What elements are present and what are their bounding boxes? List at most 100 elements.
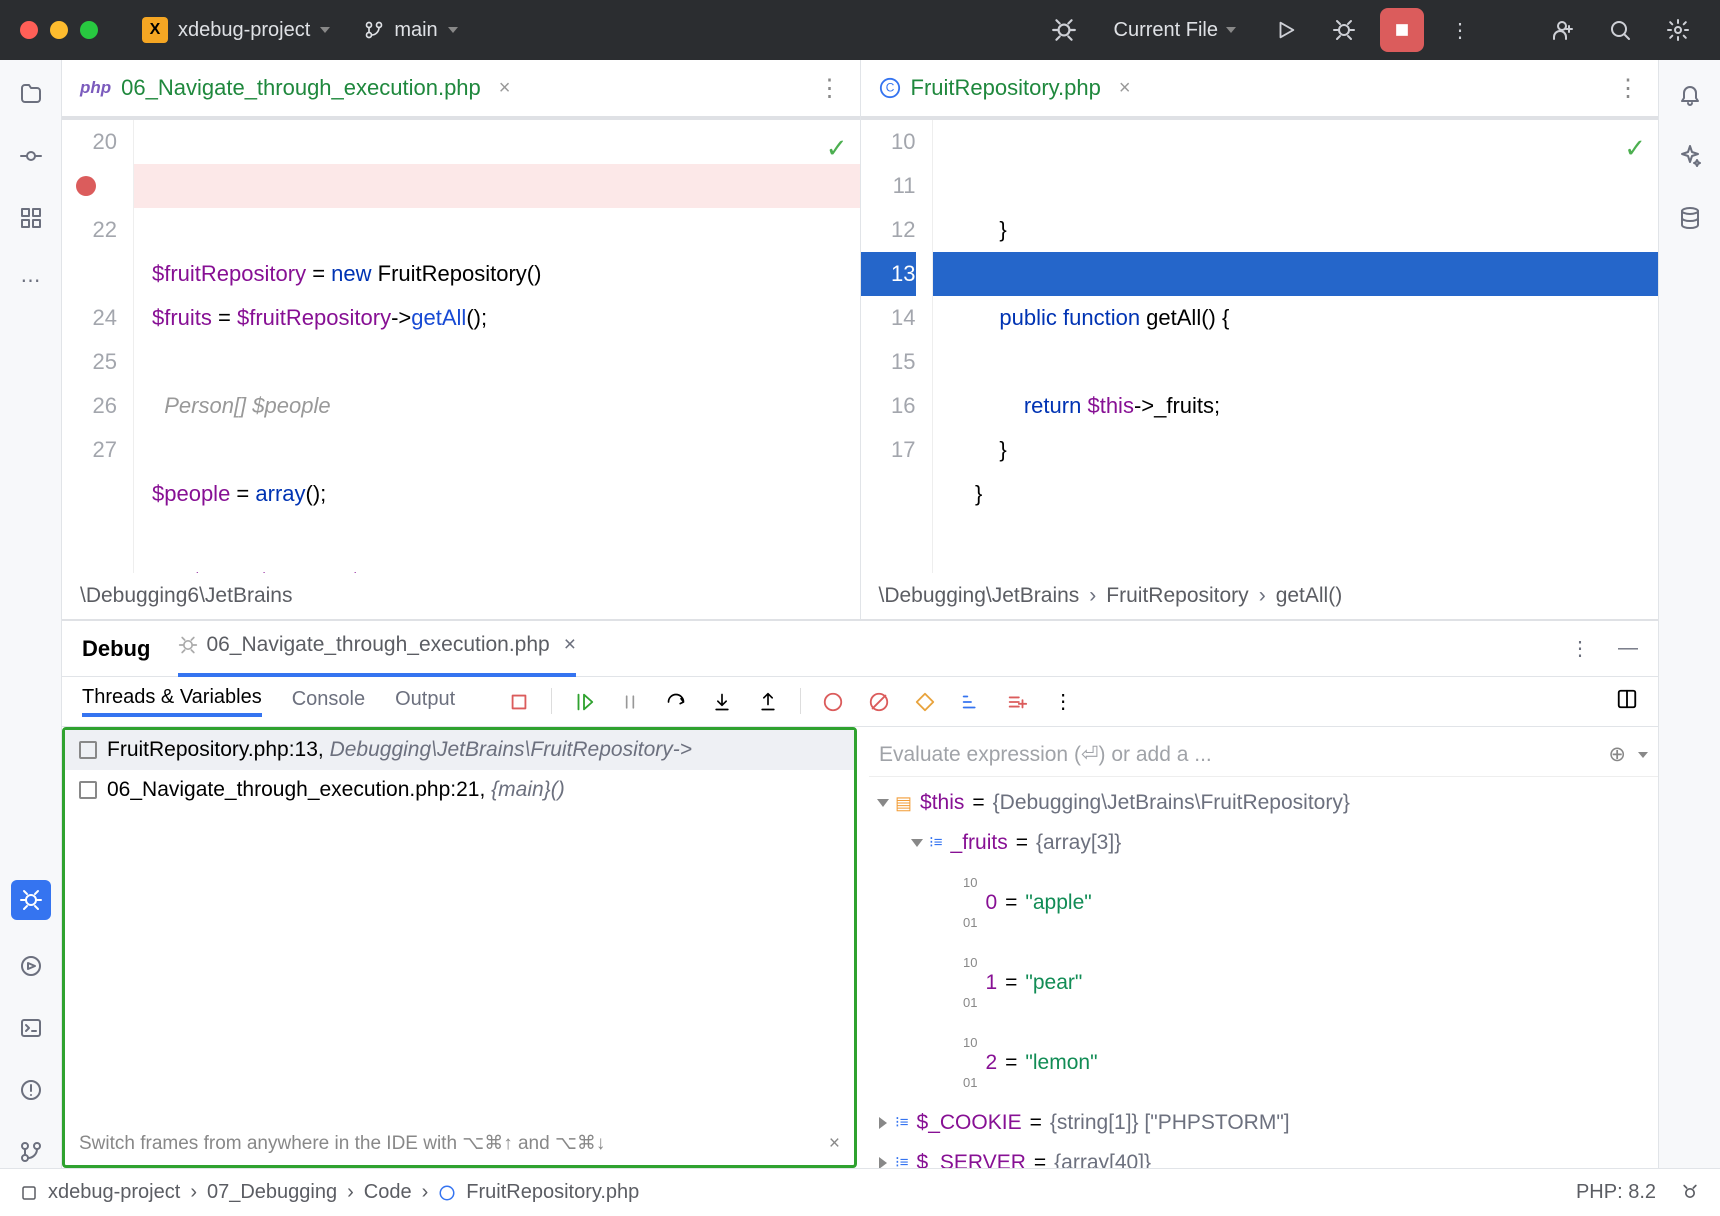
run-button[interactable] bbox=[1264, 8, 1308, 52]
code-with-me-button[interactable] bbox=[1540, 8, 1584, 52]
variables-tree[interactable]: ▤ $this = {Debugging\JetBrains\FruitRepo… bbox=[869, 777, 1658, 1168]
notifications-button[interactable] bbox=[1674, 78, 1706, 110]
add-watch-icon[interactable] bbox=[1003, 688, 1031, 716]
step-out-icon[interactable] bbox=[754, 688, 782, 716]
editor-tab[interactable]: C FruitRepository.php × bbox=[879, 75, 1131, 101]
more-tools-button[interactable]: ⋯ bbox=[15, 264, 47, 296]
close-tab-icon[interactable]: × bbox=[499, 77, 511, 100]
close-hint-icon[interactable]: × bbox=[829, 1133, 840, 1155]
status-crumb[interactable]: Code bbox=[364, 1181, 412, 1204]
frame-icon bbox=[79, 741, 97, 759]
pause-icon[interactable] bbox=[616, 688, 644, 716]
listener-icon[interactable] bbox=[1680, 1183, 1700, 1203]
breakpoint-icon[interactable] bbox=[819, 688, 847, 716]
chevron-down-icon[interactable] bbox=[1638, 752, 1648, 758]
git-branch-selector[interactable]: main bbox=[354, 15, 467, 46]
var-name: 1 bbox=[985, 963, 997, 1003]
breadcrumbs[interactable]: \Debugging\JetBrains› FruitRepository› g… bbox=[861, 573, 1659, 619]
structure-tool-button[interactable] bbox=[15, 202, 47, 234]
stop-icon[interactable] bbox=[505, 688, 533, 716]
source-code[interactable]: ✓ $fruitRepository = new FruitRepository… bbox=[134, 120, 860, 573]
expand-icon[interactable] bbox=[879, 1117, 887, 1129]
code-editor[interactable]: 1011121314151617 ✓ } public function get… bbox=[861, 120, 1659, 573]
minimize-panel-button[interactable]: — bbox=[1618, 637, 1638, 660]
status-crumb[interactable]: FruitRepository.php bbox=[466, 1181, 639, 1204]
minimize-window-button[interactable] bbox=[50, 21, 68, 39]
class-file-icon bbox=[438, 1184, 456, 1202]
inspection-ok-icon: ✓ bbox=[826, 126, 848, 170]
threads-tab[interactable]: Threads & Variables bbox=[82, 686, 262, 717]
chevron-down-icon bbox=[1226, 27, 1236, 33]
status-crumb[interactable]: xdebug-project bbox=[48, 1181, 180, 1204]
commit-tool-button[interactable] bbox=[15, 140, 47, 172]
breadcrumbs[interactable]: \Debugging6\JetBrains bbox=[62, 573, 860, 619]
git-tool-button[interactable] bbox=[15, 1136, 47, 1168]
php-file-icon: php bbox=[80, 78, 111, 98]
step-into-icon[interactable] bbox=[708, 688, 736, 716]
code-editor[interactable]: 202122 24252627 ✓ $fruitRepository = new… bbox=[62, 120, 860, 573]
php-version[interactable]: PHP: 8.2 bbox=[1576, 1181, 1656, 1204]
frames-hint: Switch frames from anywhere in the IDE w… bbox=[65, 1122, 854, 1165]
close-tab-icon[interactable]: × bbox=[564, 633, 576, 657]
expand-icon[interactable] bbox=[877, 799, 889, 807]
stack-frame[interactable]: FruitRepository.php:13, Debugging\JetBra… bbox=[65, 730, 854, 770]
zoom-window-button[interactable] bbox=[80, 21, 98, 39]
var-name: _fruits bbox=[951, 823, 1008, 863]
output-tab[interactable]: Output bbox=[395, 688, 455, 715]
breadcrumb-item[interactable]: getAll() bbox=[1276, 584, 1343, 608]
close-tab-icon[interactable]: × bbox=[1119, 77, 1131, 100]
more-actions-button[interactable]: ⋮ bbox=[1438, 8, 1482, 52]
terminal-tool-button[interactable] bbox=[15, 1012, 47, 1044]
debug-options-button[interactable]: ⋮ bbox=[1570, 636, 1590, 661]
inspection-ok-icon: ✓ bbox=[1624, 126, 1646, 170]
editor-tab[interactable]: php 06_Navigate_through_execution.php × bbox=[80, 75, 510, 101]
services-tool-button[interactable] bbox=[15, 950, 47, 982]
var-value: "lemon" bbox=[1025, 1043, 1097, 1083]
nav-icon[interactable] bbox=[20, 1184, 38, 1202]
var-name: $this bbox=[920, 783, 964, 823]
search-button[interactable] bbox=[1598, 8, 1642, 52]
add-watch-icon[interactable]: ⊕ bbox=[1608, 742, 1626, 767]
project-selector[interactable]: X xdebug-project bbox=[132, 13, 340, 47]
debug-title: Debug bbox=[82, 636, 150, 662]
source-code[interactable]: ✓ } public function getAll() { return $t… bbox=[933, 120, 1659, 573]
eval-placeholder: Evaluate expression (⏎) or add a ... bbox=[879, 742, 1212, 767]
evaluate-input[interactable]: Evaluate expression (⏎) or add a ... ⊕ bbox=[869, 733, 1658, 777]
hint-text: Switch frames from anywhere in the IDE w… bbox=[79, 1132, 605, 1155]
sort-vars-icon[interactable] bbox=[957, 688, 985, 716]
array-icon: ⁝≡ bbox=[895, 1143, 909, 1168]
object-icon: ▤ bbox=[895, 783, 912, 823]
debug-button[interactable] bbox=[1322, 8, 1366, 52]
stop-button[interactable] bbox=[1380, 8, 1424, 52]
console-tab[interactable]: Console bbox=[292, 688, 365, 715]
problems-tool-button[interactable] bbox=[15, 1074, 47, 1106]
more-debug-icon[interactable]: ⋮ bbox=[1049, 688, 1077, 716]
status-crumb[interactable]: 07_Debugging bbox=[207, 1181, 337, 1204]
database-button[interactable] bbox=[1674, 202, 1706, 234]
frame-context: Debugging\JetBrains\FruitRepository-> bbox=[330, 738, 692, 761]
breadcrumb-item[interactable]: \Debugging\JetBrains bbox=[879, 584, 1080, 608]
layout-settings-icon[interactable] bbox=[1616, 688, 1638, 716]
var-name: 2 bbox=[985, 1043, 997, 1083]
step-over-icon[interactable] bbox=[662, 688, 690, 716]
view-breakpoints-icon[interactable] bbox=[911, 688, 939, 716]
breadcrumb-item[interactable]: FruitRepository bbox=[1106, 584, 1248, 608]
breadcrumb-item[interactable]: \Debugging6\JetBrains bbox=[80, 584, 292, 608]
stack-frame[interactable]: 06_Navigate_through_execution.php:21, {m… bbox=[65, 770, 854, 810]
frame-file: FruitRepository.php bbox=[107, 738, 289, 761]
ai-assistant-button[interactable] bbox=[1674, 140, 1706, 172]
editor-tabbar: C FruitRepository.php × ⋮ bbox=[861, 60, 1659, 120]
resume-icon[interactable] bbox=[570, 688, 598, 716]
debug-tool-button[interactable] bbox=[11, 880, 51, 920]
project-tool-button[interactable] bbox=[15, 78, 47, 110]
debug-session-tab[interactable]: 06_Navigate_through_execution.php × bbox=[178, 621, 576, 677]
run-config-selector[interactable]: Current File bbox=[1100, 13, 1250, 48]
mute-breakpoints-icon[interactable] bbox=[865, 688, 893, 716]
tab-options-button[interactable]: ⋮ bbox=[818, 74, 842, 103]
settings-button[interactable] bbox=[1656, 8, 1700, 52]
close-window-button[interactable] bbox=[20, 21, 38, 39]
debug-listen-button[interactable] bbox=[1042, 8, 1086, 52]
expand-icon[interactable] bbox=[911, 839, 923, 847]
expand-icon[interactable] bbox=[879, 1157, 887, 1168]
tab-options-button[interactable]: ⋮ bbox=[1616, 74, 1640, 103]
